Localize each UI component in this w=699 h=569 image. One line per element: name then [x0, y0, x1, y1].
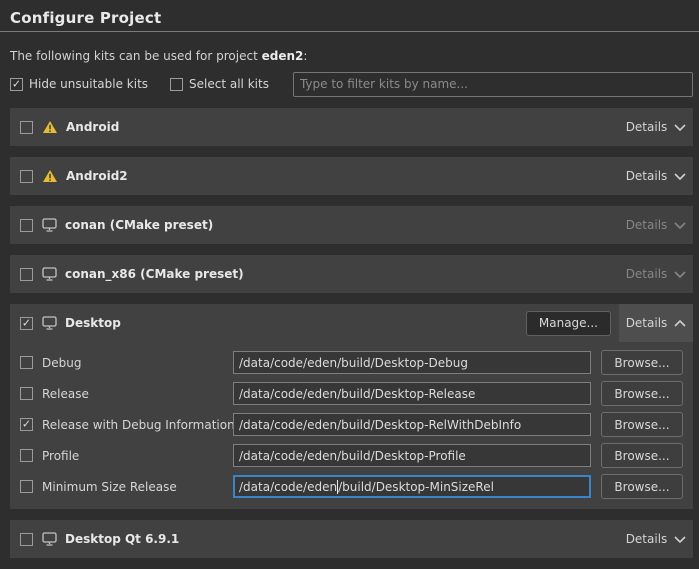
- details-toggle[interactable]: Details: [619, 108, 693, 146]
- kit-checkbox-desktop[interactable]: [20, 317, 33, 330]
- kit-name: conan_x86 (CMake preset): [65, 267, 244, 281]
- browse-button-relwithdebinfo[interactable]: Browse...: [601, 412, 683, 437]
- build-dir-value: /data/code/eden/build/Desktop-RelWithDeb…: [239, 418, 521, 432]
- filter-bar: Hide unsuitable kits Select all kits: [10, 71, 693, 97]
- details-toggle[interactable]: Details: [619, 304, 693, 342]
- details-label: Details: [626, 169, 668, 183]
- kit-row-desktop: Desktop Manage... Details Debug /data/co…: [10, 304, 693, 509]
- chevron-down-icon: [674, 222, 686, 229]
- select-all-label: Select all kits: [189, 77, 269, 91]
- kit-checkbox-conan[interactable]: [20, 219, 33, 232]
- build-dir-input-debug[interactable]: /data/code/eden/build/Desktop-Debug: [233, 351, 591, 374]
- kit-checkbox-android[interactable]: [20, 121, 33, 134]
- kit-row-desktop-qt-691: Desktop Qt 6.9.1 Details: [10, 520, 693, 558]
- build-dir-value: /data/code/eden: [239, 480, 337, 494]
- config-row-relwithdebinfo: Release with Debug Information /data/cod…: [20, 413, 683, 436]
- build-dir-input-release[interactable]: /data/code/eden/build/Desktop-Release: [233, 382, 591, 405]
- project-name: eden2: [262, 49, 304, 63]
- page-title: Configure Project: [10, 9, 161, 27]
- build-config-list: Debug /data/code/eden/build/Desktop-Debu…: [10, 342, 693, 509]
- chevron-up-icon: [674, 320, 686, 327]
- details-toggle[interactable]: Details: [619, 520, 693, 558]
- kit-checkbox-conan-x86[interactable]: [20, 268, 33, 281]
- chevron-down-icon: [674, 173, 686, 180]
- details-toggle[interactable]: Details: [619, 206, 693, 244]
- kit-row-conan: conan (CMake preset) Details: [10, 206, 693, 244]
- desktop-monitor-icon: [42, 218, 57, 232]
- browse-button-debug[interactable]: Browse...: [601, 350, 683, 375]
- details-toggle[interactable]: Details: [619, 255, 693, 293]
- warning-icon: [42, 120, 58, 134]
- config-checkbox-release[interactable]: [20, 387, 33, 400]
- kit-name: conan (CMake preset): [65, 218, 213, 232]
- configure-project-pane: Configure Project The following kits can…: [0, 0, 699, 562]
- kit-row-android: Android Details: [10, 108, 693, 146]
- browse-button-release[interactable]: Browse...: [601, 381, 683, 406]
- kit-header[interactable]: Android Details: [10, 108, 693, 146]
- details-label: Details: [626, 218, 668, 232]
- config-row-debug: Debug /data/code/eden/build/Desktop-Debu…: [20, 351, 683, 374]
- config-label: Debug: [42, 356, 81, 370]
- title-separator: [0, 31, 699, 32]
- build-dir-input-relwithdebinfo[interactable]: /data/code/eden/build/Desktop-RelWithDeb…: [233, 413, 591, 436]
- config-row-release: Release /data/code/eden/build/Desktop-Re…: [20, 382, 683, 405]
- manage-button[interactable]: Manage...: [526, 311, 611, 336]
- select-all-checkbox[interactable]: [170, 78, 183, 91]
- hide-unsuitable-checkbox[interactable]: [10, 78, 23, 91]
- build-dir-input-profile[interactable]: /data/code/eden/build/Desktop-Profile: [233, 444, 591, 467]
- hide-unsuitable-label: Hide unsuitable kits: [29, 77, 148, 91]
- build-dir-value: /data/code/eden/build/Desktop-Debug: [239, 356, 468, 370]
- intro-text-before: The following kits can be used for proje…: [10, 49, 262, 63]
- intro-text: The following kits can be used for proje…: [10, 49, 307, 63]
- intro-text-after: :: [303, 49, 307, 63]
- kit-row-android2: Android2 Details: [10, 157, 693, 195]
- config-checkbox-profile[interactable]: [20, 449, 33, 462]
- kit-header[interactable]: conan_x86 (CMake preset) Details: [10, 255, 693, 293]
- warning-icon: [42, 169, 58, 183]
- chevron-down-icon: [674, 271, 686, 278]
- build-dir-value: /data/code/eden/build/Desktop-Release: [239, 387, 475, 401]
- desktop-monitor-icon: [42, 316, 57, 330]
- build-dir-input-minsizerel[interactable]: /data/code/eden/build/Desktop-MinSizeRel: [233, 475, 591, 498]
- config-label: Release: [42, 387, 89, 401]
- kit-name: Desktop Qt 6.9.1: [65, 532, 179, 546]
- browse-button-profile[interactable]: Browse...: [601, 443, 683, 468]
- details-label: Details: [626, 532, 668, 546]
- kit-filter-input[interactable]: [293, 72, 693, 97]
- chevron-down-icon: [674, 536, 686, 543]
- chevron-down-icon: [674, 124, 686, 131]
- kit-name: Desktop: [65, 316, 121, 330]
- details-label: Details: [626, 316, 668, 330]
- config-checkbox-debug[interactable]: [20, 356, 33, 369]
- kit-header[interactable]: conan (CMake preset) Details: [10, 206, 693, 244]
- desktop-monitor-icon: [42, 532, 57, 546]
- kit-name: Android2: [66, 169, 128, 183]
- build-dir-value: /build/Desktop-MinSizeRel: [338, 480, 494, 494]
- build-dir-value: /data/code/eden/build/Desktop-Profile: [239, 449, 466, 463]
- config-label: Release with Debug Information: [42, 418, 235, 432]
- config-label: Profile: [42, 449, 79, 463]
- kit-header[interactable]: Desktop Manage... Details: [10, 304, 693, 342]
- kit-checkbox-android2[interactable]: [20, 170, 33, 183]
- kit-row-conan-x86: conan_x86 (CMake preset) Details: [10, 255, 693, 293]
- kit-name: Android: [66, 120, 119, 134]
- config-row-profile: Profile /data/code/eden/build/Desktop-Pr…: [20, 444, 683, 467]
- config-checkbox-minsizerel[interactable]: [20, 480, 33, 493]
- kit-header[interactable]: Android2 Details: [10, 157, 693, 195]
- browse-button-minsizerel[interactable]: Browse...: [601, 474, 683, 499]
- kit-list: Android Details Android2 Details: [10, 108, 693, 569]
- kit-checkbox-desktop-qt[interactable]: [20, 533, 33, 546]
- config-label: Minimum Size Release: [42, 480, 177, 494]
- kit-header[interactable]: Desktop Qt 6.9.1 Details: [10, 520, 693, 558]
- desktop-monitor-icon: [42, 267, 57, 281]
- config-checkbox-relwithdebinfo[interactable]: [20, 418, 33, 431]
- config-row-minsizerel: Minimum Size Release /data/code/eden/bui…: [20, 475, 683, 498]
- details-toggle[interactable]: Details: [619, 157, 693, 195]
- details-label: Details: [626, 267, 668, 281]
- details-label: Details: [626, 120, 668, 134]
